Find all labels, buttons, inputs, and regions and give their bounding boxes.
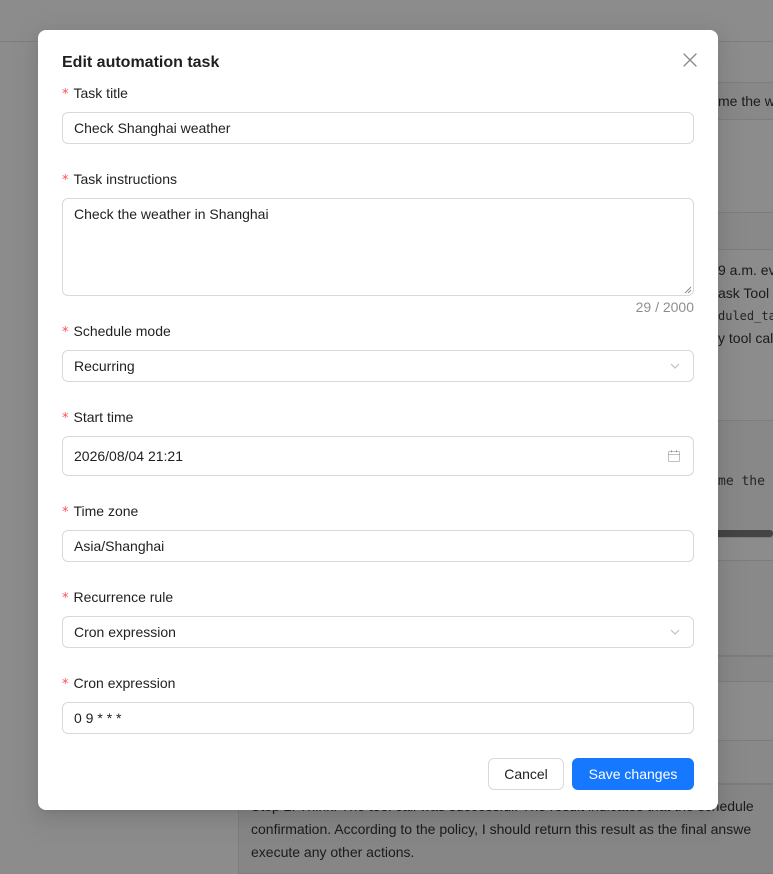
cron-expression-label: * Cron expression — [62, 675, 176, 692]
task-instructions-textarea[interactable]: Check the weather in Shanghai — [62, 198, 694, 296]
close-button[interactable] — [678, 48, 702, 72]
start-time-picker[interactable]: 2026/08/04 21:21 — [62, 436, 694, 476]
start-time-value: 2026/08/04 21:21 — [74, 448, 183, 464]
edit-task-modal: Edit automation task * Task title Check S… — [38, 30, 718, 810]
cron-expression-input[interactable]: 0 9 * * * — [62, 702, 694, 734]
cancel-button[interactable]: Cancel — [488, 758, 564, 790]
recurrence-rule-label: * Recurrence rule — [62, 589, 174, 606]
time-zone-input[interactable]: Asia/Shanghai — [62, 530, 694, 562]
required-mark: * — [62, 325, 69, 340]
recurrence-rule-select[interactable]: Cron expression — [62, 616, 694, 648]
required-mark: * — [62, 87, 69, 102]
character-counter: 29 / 2000 — [635, 299, 694, 315]
task-title-label: * Task title — [62, 85, 128, 102]
save-changes-button[interactable]: Save changes — [572, 758, 694, 790]
task-instructions-label: * Task instructions — [62, 171, 177, 188]
required-mark: * — [62, 411, 69, 426]
modal-title: Edit automation task — [62, 54, 220, 71]
schedule-mode-select[interactable]: Recurring — [62, 350, 694, 382]
time-zone-label: * Time zone — [62, 503, 139, 520]
chevron-down-icon — [670, 629, 680, 635]
required-mark: * — [62, 677, 69, 692]
close-icon — [683, 53, 697, 67]
task-title-input[interactable]: Check Shanghai weather — [62, 112, 694, 144]
schedule-mode-value: Recurring — [74, 358, 135, 374]
resize-handle-icon[interactable] — [682, 284, 692, 294]
task-instructions-text: Check the weather in Shanghai — [74, 206, 269, 222]
schedule-mode-label: * Schedule mode — [62, 323, 171, 340]
recurrence-rule-value: Cron expression — [74, 624, 176, 640]
calendar-icon — [668, 450, 680, 462]
required-mark: * — [62, 591, 69, 606]
chevron-down-icon — [670, 363, 680, 369]
start-time-label: * Start time — [62, 409, 134, 426]
required-mark: * — [62, 173, 69, 188]
required-mark: * — [62, 505, 69, 520]
